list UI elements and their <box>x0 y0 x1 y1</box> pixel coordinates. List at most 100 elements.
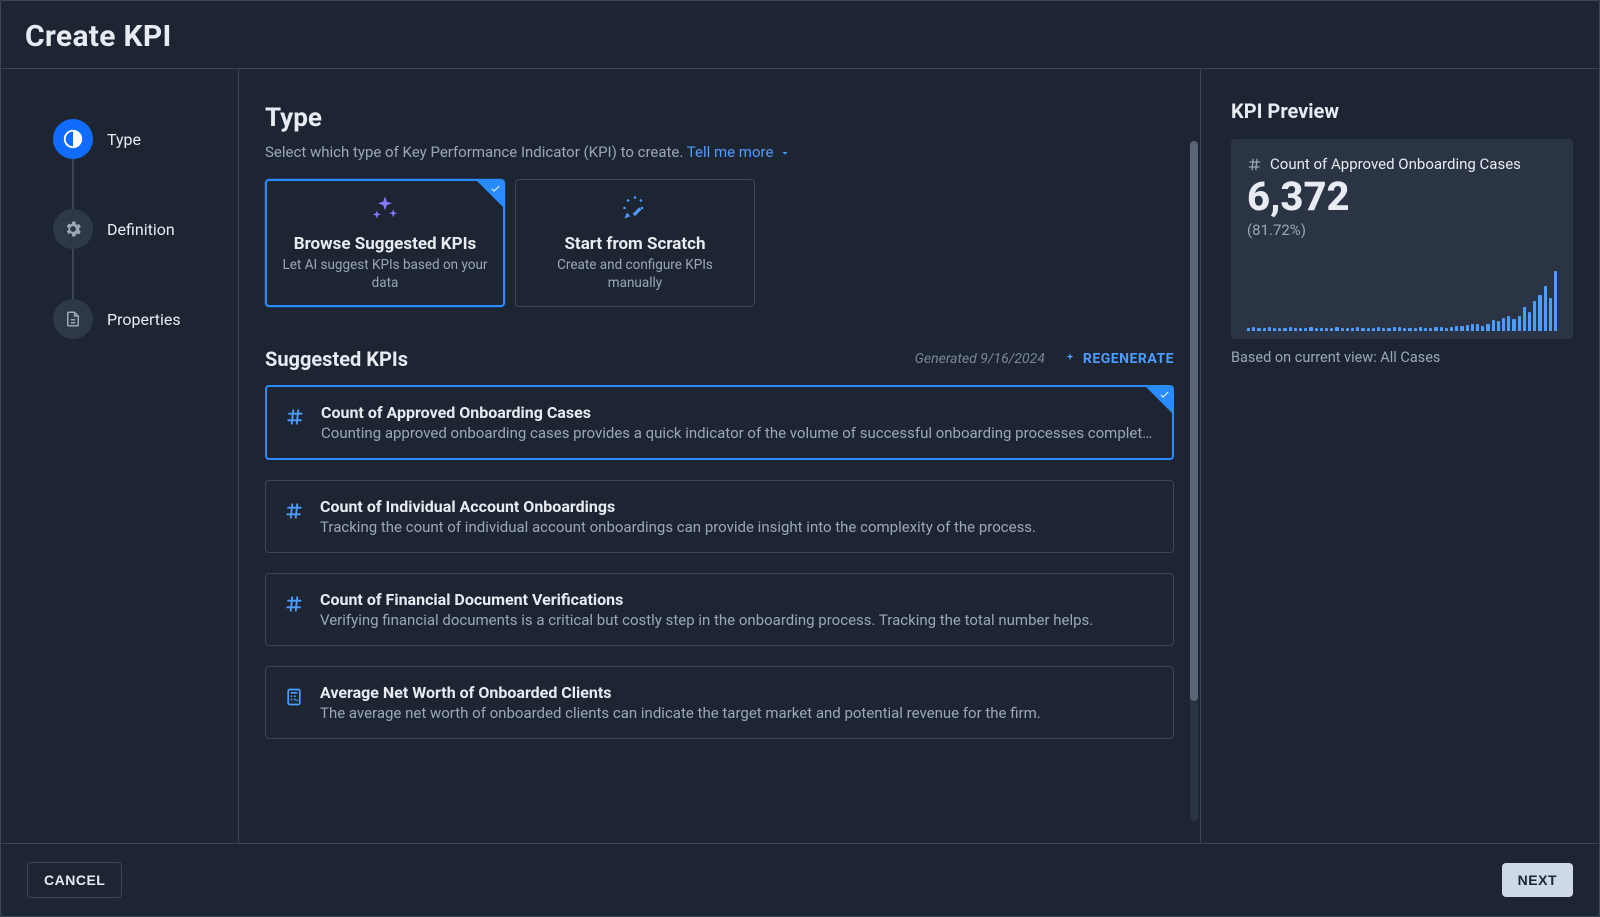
sparkline-chart <box>1247 271 1557 331</box>
spark-bar <box>1257 328 1260 331</box>
spark-bar <box>1445 328 1448 331</box>
generated-date: Generated 9/16/2024 <box>915 351 1045 367</box>
dialog-footer: CANCEL NEXT <box>1 843 1599 916</box>
step-label: Properties <box>107 310 181 329</box>
hash-icon <box>284 594 304 618</box>
spark-bar <box>1492 320 1495 331</box>
main-column: Type Select which type of Key Performanc… <box>239 69 1200 843</box>
step-definition[interactable]: Definition <box>53 209 220 249</box>
spark-bar <box>1330 328 1333 331</box>
hash-icon <box>284 501 304 525</box>
spark-bar <box>1528 312 1531 331</box>
spark-bar <box>1335 327 1338 331</box>
dialog-title: Create KPI <box>25 19 1575 54</box>
type-subtitle-text: Select which type of Key Performance Ind… <box>265 143 683 161</box>
chevron-down-icon <box>779 147 791 159</box>
step-properties[interactable]: Properties <box>53 299 220 339</box>
cancel-button[interactable]: CANCEL <box>27 862 122 898</box>
stepper: Type Definition Properties <box>53 119 220 389</box>
preview-kpi-value: 6,372 <box>1247 175 1557 219</box>
hash-icon <box>1247 157 1262 172</box>
suggested-kpi-card[interactable]: Average Net Worth of Onboarded Clients Th… <box>265 666 1174 739</box>
spark-bar <box>1502 318 1505 331</box>
create-kpi-dialog: Create KPI Type Definition <box>0 0 1600 917</box>
stepper-sidebar: Type Definition Properties <box>1 69 239 843</box>
spark-bar <box>1497 321 1500 331</box>
kpi-desc: Tracking the count of individual account… <box>320 518 1036 536</box>
spark-bar <box>1429 328 1432 331</box>
kpi-title: Count of Individual Account Onboardings <box>320 497 1036 516</box>
spark-bar <box>1387 328 1390 331</box>
spark-bar <box>1299 328 1302 331</box>
gear-icon <box>53 209 93 249</box>
card-browse-suggested[interactable]: Browse Suggested KPIs Let AI suggest KPI… <box>265 179 505 307</box>
document-icon <box>53 299 93 339</box>
spark-bar <box>1268 327 1271 331</box>
hash-icon <box>285 407 305 431</box>
spark-bar <box>1341 328 1344 331</box>
spark-bar <box>1486 324 1489 332</box>
contrast-icon <box>53 119 93 159</box>
type-card-row: Browse Suggested KPIs Let AI suggest KPI… <box>265 179 1174 307</box>
spark-bar <box>1320 328 1323 331</box>
spark-bar <box>1372 328 1375 331</box>
regenerate-button[interactable]: REGENERATE <box>1063 351 1174 367</box>
suggested-kpi-list: Count of Approved Onboarding CasesCounti… <box>265 385 1174 739</box>
spark-bar <box>1315 328 1318 331</box>
spark-bar <box>1523 307 1526 331</box>
kpi-text: Count of Approved Onboarding CasesCounti… <box>321 403 1154 442</box>
selected-corner <box>477 181 503 207</box>
spark-bar <box>1512 319 1515 331</box>
preview-column: KPI Preview Count of Approved Onboarding… <box>1201 69 1599 843</box>
dialog-header: Create KPI <box>1 1 1599 69</box>
spark-bar <box>1460 326 1463 331</box>
suggested-kpi-card[interactable]: Count of Financial Document Verification… <box>265 573 1174 646</box>
spark-bar <box>1414 328 1417 331</box>
spark-bar <box>1476 324 1479 332</box>
scrollbar[interactable] <box>1188 141 1198 821</box>
spark-bar <box>1533 301 1536 331</box>
kpi-title: Count of Financial Document Verification… <box>320 590 1093 609</box>
step-label: Definition <box>107 220 175 239</box>
kpi-desc: Counting approved onboarding cases provi… <box>321 424 1154 442</box>
spark-bar <box>1278 328 1281 331</box>
card-start-from-scratch[interactable]: Start from Scratch Create and configure … <box>515 179 755 307</box>
tell-me-more-link[interactable]: Tell me more <box>687 143 791 161</box>
suggested-kpi-card[interactable]: Count of Approved Onboarding CasesCounti… <box>265 385 1174 460</box>
spark-bar <box>1507 316 1510 331</box>
sparkles-icon <box>370 194 400 226</box>
spark-bar <box>1351 328 1354 331</box>
spark-bar <box>1471 324 1474 332</box>
preview-note: Based on current view: All Cases <box>1231 349 1573 366</box>
spark-bar <box>1393 327 1396 331</box>
suggested-kpi-card[interactable]: Count of Individual Account Onboardings T… <box>265 480 1174 553</box>
spark-bar <box>1424 328 1427 331</box>
suggested-header: Suggested KPIs Generated 9/16/2024 REGEN… <box>265 347 1174 371</box>
spark-bar <box>1408 328 1411 331</box>
spark-bar <box>1554 271 1557 331</box>
kpi-text: Average Net Worth of Onboarded Clients Th… <box>320 683 1041 722</box>
tell-me-more-label: Tell me more <box>687 143 774 161</box>
spark-bar <box>1252 327 1255 331</box>
spark-bar <box>1382 328 1385 331</box>
spark-bar <box>1466 325 1469 331</box>
regenerate-label: REGENERATE <box>1083 351 1174 367</box>
spark-bar <box>1398 327 1401 331</box>
card-title: Start from Scratch <box>564 234 705 254</box>
spark-bar <box>1289 327 1292 331</box>
content-wrap: Type Select which type of Key Performanc… <box>239 69 1599 843</box>
suggested-title: Suggested KPIs <box>265 347 408 371</box>
next-button[interactable]: NEXT <box>1502 863 1573 897</box>
step-label: Type <box>107 130 141 149</box>
spark-bar <box>1356 327 1359 331</box>
kpi-desc: The average net worth of onboarded clien… <box>320 704 1041 722</box>
kpi-title: Average Net Worth of Onboarded Clients <box>320 683 1041 702</box>
spark-bar <box>1304 328 1307 331</box>
check-icon <box>490 183 501 194</box>
selected-corner <box>1146 387 1172 413</box>
type-heading: Type <box>265 103 1174 133</box>
step-type[interactable]: Type <box>53 119 220 159</box>
preview-kpi-label-row: Count of Approved Onboarding Cases <box>1247 155 1557 173</box>
spark-bar <box>1450 327 1453 331</box>
preview-title: KPI Preview <box>1231 99 1573 123</box>
